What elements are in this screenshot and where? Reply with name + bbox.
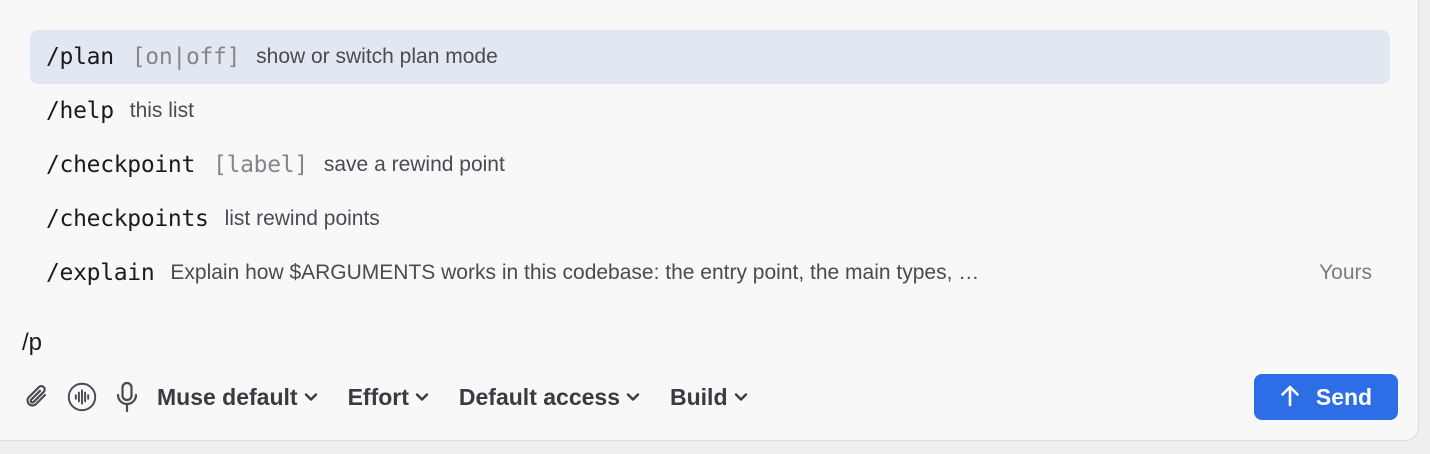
paperclip-icon[interactable] (22, 380, 52, 414)
command-description: this list (129, 99, 194, 122)
command-args: [on|off] (131, 44, 241, 70)
mode-dropdown[interactable]: Build (670, 384, 748, 411)
send-button[interactable]: Send (1254, 374, 1398, 420)
command-item-plan[interactable]: /plan [on|off] show or switch plan mode (30, 30, 1390, 84)
chevron-down-icon (626, 392, 640, 402)
model-dropdown[interactable]: Muse default (157, 384, 318, 411)
command-name: /explain (46, 260, 155, 286)
access-dropdown-label: Default access (458, 383, 620, 410)
composer-toolbar: Muse default Effort Default access Build (22, 374, 1400, 420)
chevron-down-icon (734, 392, 748, 402)
command-description: Explain how $ARGUMENTS works in this cod… (170, 261, 980, 284)
effort-dropdown[interactable]: Effort (348, 384, 429, 411)
command-item-checkpoints[interactable]: /checkpoints list rewind points (30, 192, 1390, 246)
microphone-icon[interactable] (112, 380, 142, 414)
command-name: /checkpoint (46, 152, 196, 178)
command-item-help[interactable]: /help this list (30, 84, 1390, 138)
command-name: /plan (46, 44, 114, 70)
command-description: save a rewind point (323, 153, 505, 176)
prompt-input[interactable] (22, 326, 1392, 360)
command-args: [label] (213, 152, 308, 178)
access-dropdown[interactable]: Default access (459, 384, 640, 411)
chevron-down-icon (415, 392, 429, 402)
command-name: /help (46, 98, 114, 124)
slash-command-menu: /plan [on|off] show or switch plan mode … (30, 30, 1390, 300)
chevron-down-icon (304, 392, 318, 402)
voice-waveform-icon[interactable] (67, 380, 97, 414)
command-description: list rewind points (224, 207, 380, 230)
command-item-checkpoint[interactable]: /checkpoint [label] save a rewind point (30, 138, 1390, 192)
effort-dropdown-label: Effort (347, 383, 409, 410)
command-name: /checkpoints (46, 206, 209, 232)
command-source-tag: Yours (1319, 261, 1372, 284)
model-dropdown-label: Muse default (157, 383, 298, 410)
composer-panel: /plan [on|off] show or switch plan mode … (0, 0, 1419, 441)
command-description: show or switch plan mode (256, 45, 498, 68)
mode-dropdown-label: Build (670, 383, 728, 410)
command-item-explain[interactable]: /explain Explain how $ARGUMENTS works in… (30, 246, 1390, 300)
send-button-label: Send (1315, 383, 1373, 410)
arrow-up-icon (1280, 384, 1300, 411)
